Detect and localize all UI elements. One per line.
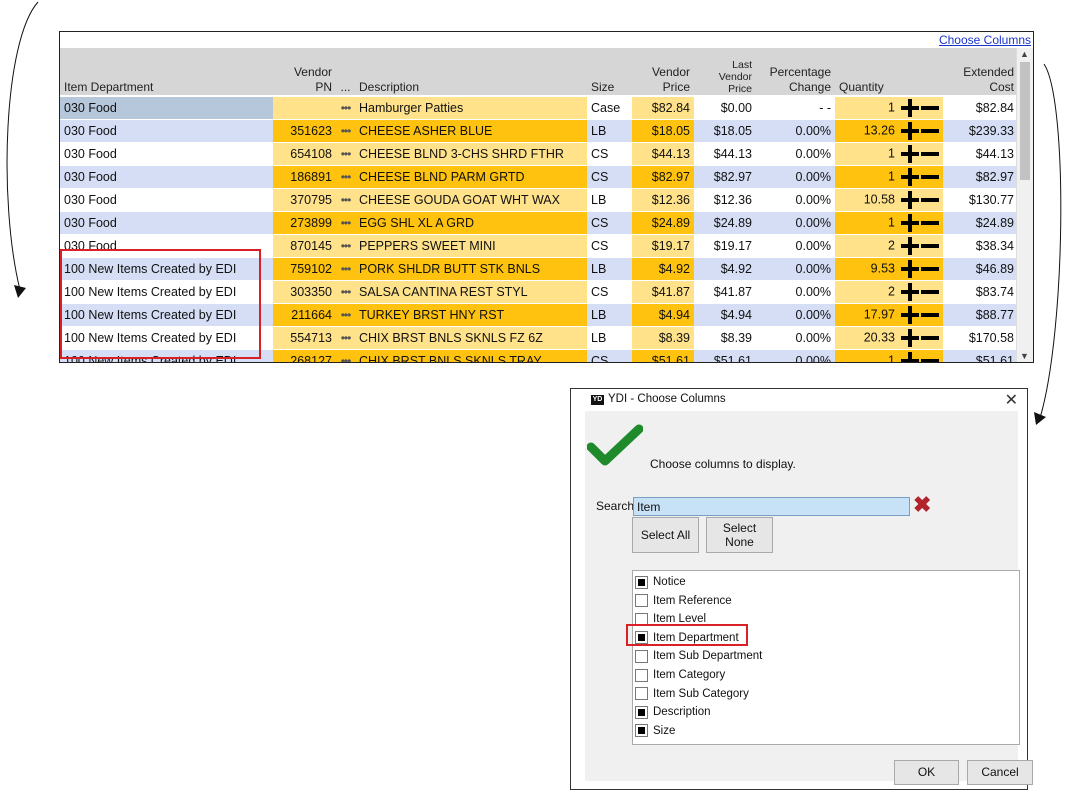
left-arrowhead-icon — [14, 285, 26, 298]
cancel-button[interactable]: Cancel — [967, 760, 1033, 785]
choose-columns-dialog: YD YDI - Choose Columns ✕ Choose columns… — [570, 388, 1033, 790]
column-option-label: Item Sub Category — [653, 687, 749, 700]
column-option[interactable]: Size — [635, 722, 675, 740]
column-option[interactable]: Item Reference — [635, 592, 732, 610]
column-checkbox[interactable] — [635, 668, 648, 682]
dialog-prompt: Choose columns to display. — [650, 457, 796, 471]
close-icon[interactable]: ✕ — [1005, 390, 1018, 410]
column-checkbox[interactable] — [635, 649, 648, 663]
column-option-label: Item Category — [653, 669, 726, 681]
column-option-label: Size — [653, 724, 676, 737]
column-option-label: Notice — [653, 576, 686, 588]
column-checkbox[interactable] — [635, 724, 648, 738]
column-option[interactable]: Item Sub Department — [635, 647, 762, 665]
dialog-body: Choose columns to display. Search ✖ Sele… — [585, 411, 1033, 785]
dialog-title: YDI - Choose Columns — [608, 393, 726, 405]
right-arrowhead-icon — [1034, 412, 1046, 425]
select-all-button[interactable]: Select All — [632, 517, 699, 553]
column-checkbox[interactable] — [635, 687, 648, 701]
app-icon: YD — [591, 395, 604, 405]
column-option-label: Item Reference — [653, 594, 732, 607]
column-option-label: Description — [653, 706, 711, 719]
right-arrow — [1039, 63, 1062, 419]
select-none-button[interactable]: Select None — [706, 517, 773, 553]
column-option-label: Item Sub Department — [653, 650, 763, 663]
column-option[interactable]: Item Sub Category — [635, 685, 749, 703]
column-option[interactable]: Description — [635, 703, 711, 721]
columns-listbox[interactable]: Notice Item Reference Item Level Item Depar… — [632, 570, 1020, 745]
left-arrow — [6, 1, 39, 291]
dialog-title-bar: YD YDI - Choose Columns ✕ — [571, 389, 1027, 411]
column-checkbox[interactable] — [635, 575, 648, 589]
column-checkbox[interactable] — [635, 705, 648, 719]
column-option[interactable]: Item Category — [635, 666, 725, 684]
item-department-highlight-box — [626, 624, 748, 646]
search-label: Search — [596, 499, 635, 513]
search-input[interactable] — [633, 497, 910, 516]
ok-button[interactable]: OK — [894, 760, 959, 785]
column-checkbox[interactable] — [635, 594, 648, 608]
green-check-icon — [587, 424, 643, 466]
clear-search-icon[interactable]: ✖ — [913, 493, 931, 517]
column-option[interactable]: Notice — [635, 573, 686, 591]
